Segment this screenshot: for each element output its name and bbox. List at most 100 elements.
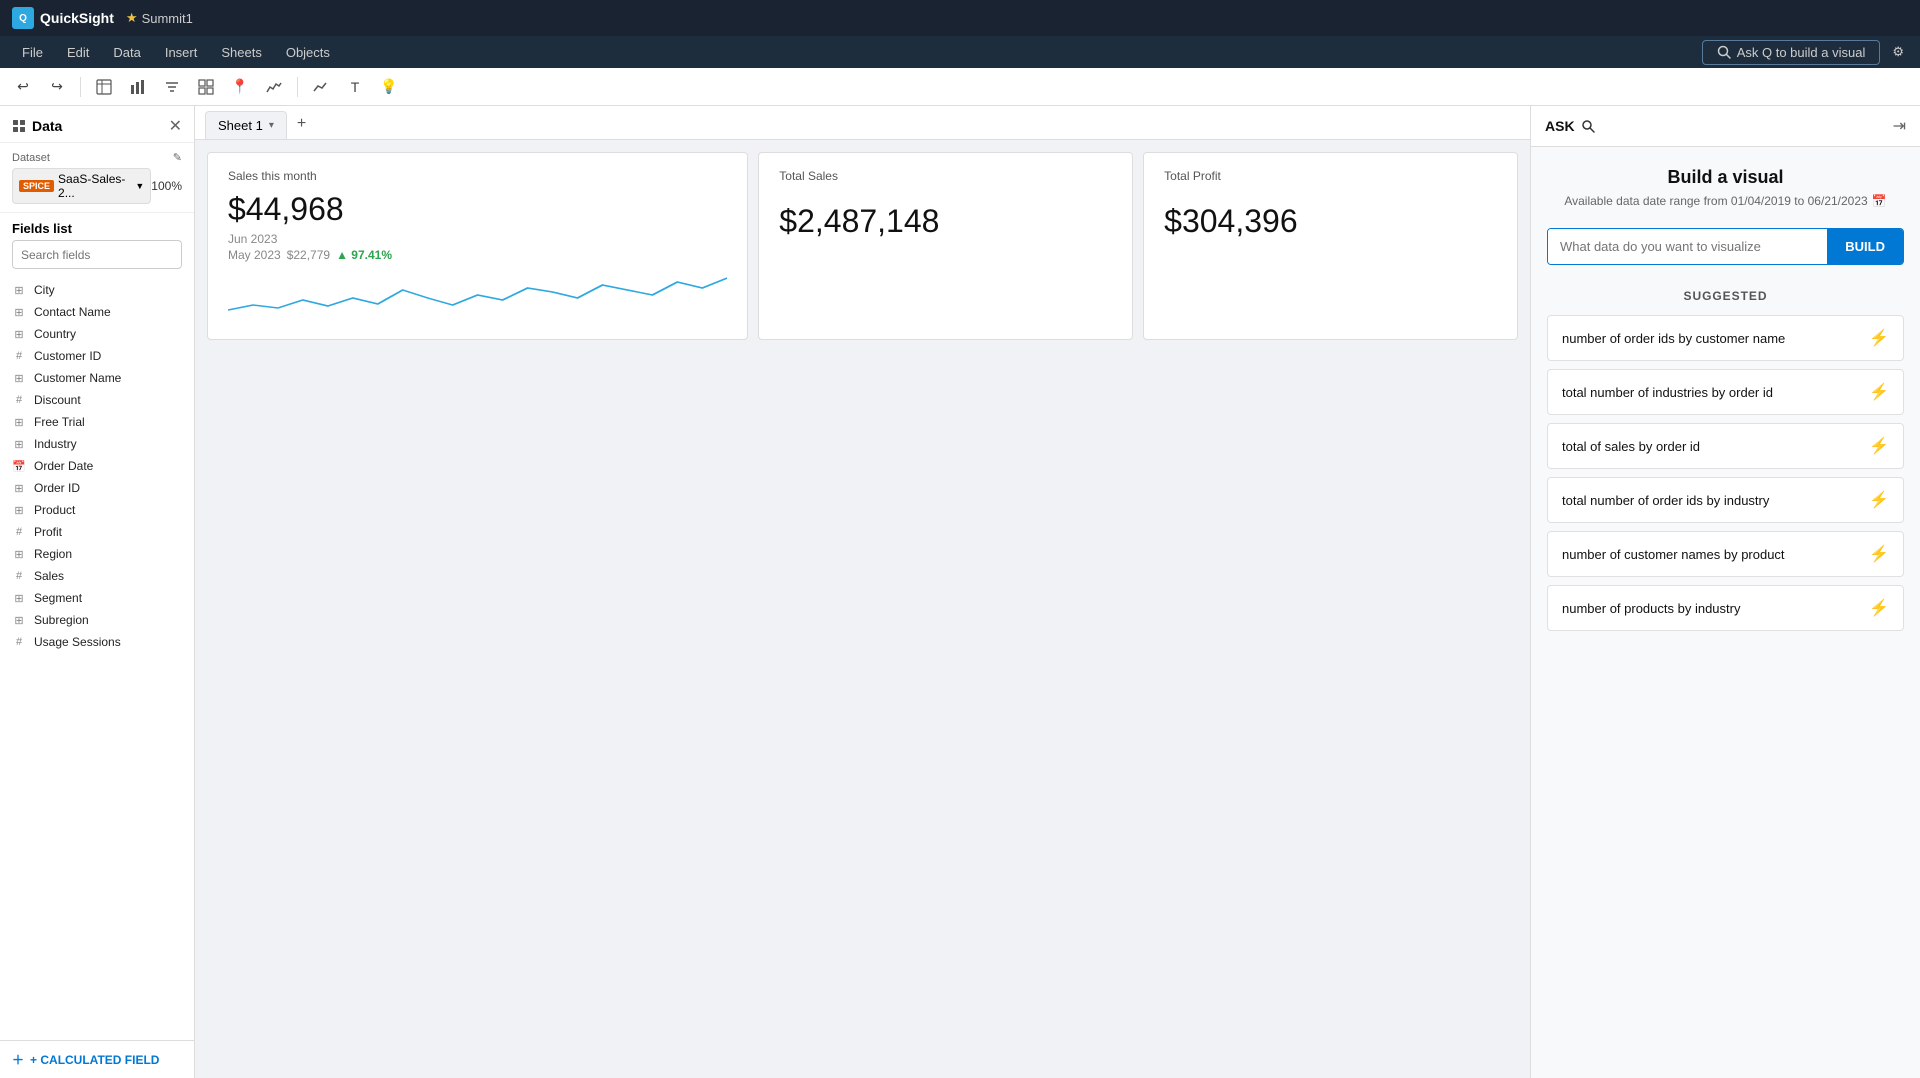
query-input[interactable] — [1548, 229, 1827, 264]
field-item-profit[interactable]: # Profit — [0, 521, 194, 543]
menu-edit[interactable]: Edit — [57, 41, 99, 64]
filter-btn[interactable] — [159, 74, 185, 100]
field-item-city[interactable]: ⊞City — [0, 279, 194, 301]
menu-sheets[interactable]: Sheets — [211, 41, 271, 64]
field-item-usage-sessions[interactable]: #Usage Sessions — [0, 631, 194, 653]
field-icon: # — [12, 349, 26, 363]
kpi-card-total-sales: Total Sales $2,487,148 — [758, 152, 1133, 340]
suggestion-text: number of products by industry — [1562, 601, 1740, 616]
field-item-free-trial[interactable]: ⊞Free Trial — [0, 411, 194, 433]
field-item-discount[interactable]: #Discount — [0, 389, 194, 411]
menu-objects[interactable]: Objects — [276, 41, 340, 64]
calc-field-label: + CALCULATED FIELD — [30, 1053, 159, 1067]
kpi-title-1: Total Sales — [779, 169, 1112, 183]
field-item-region[interactable]: ⊞Region — [0, 543, 194, 565]
menu-bar: File Edit Data Insert Sheets Objects Ask… — [0, 36, 1920, 68]
kpi-change-0: ▲ 97.41% — [336, 248, 392, 262]
field-icon: ⊞ — [12, 327, 26, 341]
field-item-segment[interactable]: ⊞ Segment — [0, 587, 194, 609]
calc-field-icon: ＋ — [12, 1051, 24, 1068]
line-chart-icon — [313, 79, 329, 95]
menu-file[interactable]: File — [12, 41, 53, 64]
field-item-country[interactable]: ⊞Country — [0, 323, 194, 345]
field-label: Segment — [34, 591, 82, 605]
build-button[interactable]: BUILD — [1827, 229, 1903, 264]
sheet-tab-label: Sheet 1 — [218, 118, 263, 133]
area-chart-btn[interactable] — [261, 74, 287, 100]
suggestion-item-3[interactable]: total number of order ids by industry⚡ — [1547, 477, 1904, 523]
field-icon: 📅 — [12, 459, 26, 473]
field-icon: # — [12, 525, 26, 539]
panel-header: Data ✕ — [0, 106, 194, 143]
edit-dataset-icon[interactable]: ✎ — [173, 151, 182, 164]
suggestion-item-5[interactable]: number of products by industry⚡ — [1547, 585, 1904, 631]
field-icon: # — [12, 635, 26, 649]
grid-btn[interactable] — [193, 74, 219, 100]
field-label: Customer Name — [34, 371, 121, 385]
insight-btn[interactable]: 💡 — [376, 74, 402, 100]
field-label: Profit — [34, 525, 62, 539]
sheet-tabs: Sheet 1 ▾ + — [195, 106, 1530, 140]
bar-chart-btn[interactable] — [125, 74, 151, 100]
pin-btn[interactable]: 📍 — [227, 74, 253, 100]
kpi-compare-0: May 2023 $22,779 ▲ 97.41% — [228, 248, 727, 262]
suggestion-item-0[interactable]: number of order ids by customer name⚡ — [1547, 315, 1904, 361]
menu-right: Ask Q to build a visual ⚙ — [1702, 40, 1908, 65]
field-label: Sales — [34, 569, 64, 583]
field-item-order-id[interactable]: ⊞Order ID — [0, 477, 194, 499]
dataset-name: SaaS-Sales-2... — [58, 172, 131, 200]
field-icon: ⊞ — [12, 305, 26, 319]
field-item-industry[interactable]: ⊞Industry — [0, 433, 194, 455]
redo-button[interactable]: ↪ — [44, 74, 70, 100]
document-tab[interactable]: ★ Summit1 — [126, 10, 193, 26]
field-item-product[interactable]: ⊞Product — [0, 499, 194, 521]
dataset-label: Dataset ✎ — [12, 151, 182, 164]
field-item-subregion[interactable]: ⊞Subregion — [0, 609, 194, 631]
kpi-row: Sales this month $44,968 Jun 2023 May 20… — [207, 152, 1518, 340]
field-icon: ⊞ — [12, 283, 26, 297]
table-icon-btn[interactable] — [91, 74, 117, 100]
right-panel: ASK ⇥ Build a visual Available data date… — [1530, 106, 1920, 1078]
field-item-customer-id[interactable]: # Customer ID — [0, 345, 194, 367]
sheet-tab-1[interactable]: Sheet 1 ▾ — [205, 111, 287, 139]
panel-close-button[interactable]: ✕ — [169, 116, 182, 136]
field-label: Region — [34, 547, 72, 561]
kpi-title-0: Sales this month — [228, 169, 727, 183]
field-label: Order Date — [34, 459, 93, 473]
dataset-section: Dataset ✎ SPICE SaaS-Sales-2... ▼ 100% — [0, 143, 194, 213]
line-chart-btn[interactable] — [308, 74, 334, 100]
settings-button[interactable]: ⚙ — [1888, 40, 1908, 64]
field-label: Customer ID — [34, 349, 101, 363]
menu-insert[interactable]: Insert — [155, 41, 208, 64]
field-icon: ⊞ — [12, 591, 26, 605]
undo-button[interactable]: ↩ — [10, 74, 36, 100]
main-layout: Data ✕ Dataset ✎ SPICE SaaS-Sales-2... ▼… — [0, 106, 1920, 1078]
add-sheet-button[interactable]: + — [289, 109, 314, 139]
top-bar: Q QuickSight ★ Summit1 — [0, 0, 1920, 36]
toolbar-separator-2 — [297, 77, 298, 97]
kpi-title-2: Total Profit — [1164, 169, 1497, 183]
calendar-icon: 📅 — [1872, 194, 1887, 208]
text-btn[interactable]: T — [342, 74, 368, 100]
field-item-order-date[interactable]: 📅 Order Date — [0, 455, 194, 477]
right-panel-close-button[interactable]: ⇥ — [1893, 116, 1906, 136]
search-icon — [1717, 45, 1731, 59]
field-item-sales[interactable]: #Sales — [0, 565, 194, 587]
search-fields-input[interactable] — [13, 243, 182, 267]
field-icon: # — [12, 393, 26, 407]
kpi-prev-period-0: May 2023 — [228, 248, 281, 262]
kpi-value-1: $2,487,148 — [779, 203, 1112, 240]
menu-data[interactable]: Data — [103, 41, 150, 64]
dataset-dropdown[interactable]: SPICE SaaS-Sales-2... ▼ — [12, 168, 151, 204]
suggestion-item-2[interactable]: total of sales by order id⚡ — [1547, 423, 1904, 469]
calculated-field-button[interactable]: ＋ + CALCULATED FIELD — [0, 1040, 194, 1078]
field-item-customer-name[interactable]: ⊞Customer Name — [0, 367, 194, 389]
field-item-contact-name[interactable]: ⊞Contact Name — [0, 301, 194, 323]
suggestion-item-4[interactable]: number of customer names by product⚡ — [1547, 531, 1904, 577]
suggestion-item-1[interactable]: total number of industries by order id⚡ — [1547, 369, 1904, 415]
ask-button[interactable]: Ask Q to build a visual — [1702, 40, 1881, 65]
field-icon: ⊞ — [12, 613, 26, 627]
area-chart-icon — [266, 79, 282, 95]
field-icon: ⊞ — [12, 437, 26, 451]
suggestion-text: total of sales by order id — [1562, 439, 1700, 454]
